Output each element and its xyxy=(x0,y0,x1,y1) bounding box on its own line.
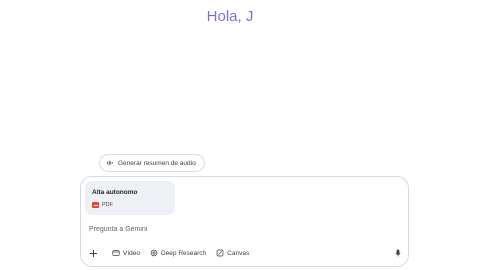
deep-research-tool-button[interactable]: Deep Research xyxy=(145,245,211,261)
generate-audio-summary-chip[interactable]: Generar resumen de audio xyxy=(99,154,205,172)
prompt-composer: Alta autonomo PDF Vídeo xyxy=(80,176,409,267)
canvas-icon xyxy=(216,249,224,257)
audio-waveform-icon xyxy=(107,160,113,166)
video-icon xyxy=(112,250,120,256)
video-tool-label: Vídeo xyxy=(123,249,140,257)
deep-research-icon xyxy=(150,249,158,257)
composer-toolbar: Vídeo Deep Research Canvas xyxy=(85,245,406,261)
attachment-name: Alta autonomo xyxy=(92,189,138,196)
attachment-type-label: PDF xyxy=(102,202,113,208)
deep-research-tool-label: Deep Research xyxy=(161,249,207,257)
greeting-title: Hola, J xyxy=(0,8,460,25)
pdf-icon xyxy=(92,202,99,208)
microphone-button[interactable] xyxy=(390,245,406,261)
microphone-icon xyxy=(395,249,401,257)
attachment-type: PDF xyxy=(92,202,113,208)
attachment-card[interactable]: Alta autonomo PDF xyxy=(85,181,175,215)
gemini-page: Hola, J Generar resumen de audio Alta au… xyxy=(0,0,480,270)
plus-icon xyxy=(89,249,97,257)
video-tool-button[interactable]: Vídeo xyxy=(107,245,145,261)
canvas-tool-button[interactable]: Canvas xyxy=(211,245,254,261)
prompt-input[interactable] xyxy=(89,223,389,235)
suggestion-chip-label: Generar resumen de audio xyxy=(118,159,196,167)
add-button[interactable] xyxy=(85,245,101,261)
canvas-tool-label: Canvas xyxy=(227,249,250,257)
